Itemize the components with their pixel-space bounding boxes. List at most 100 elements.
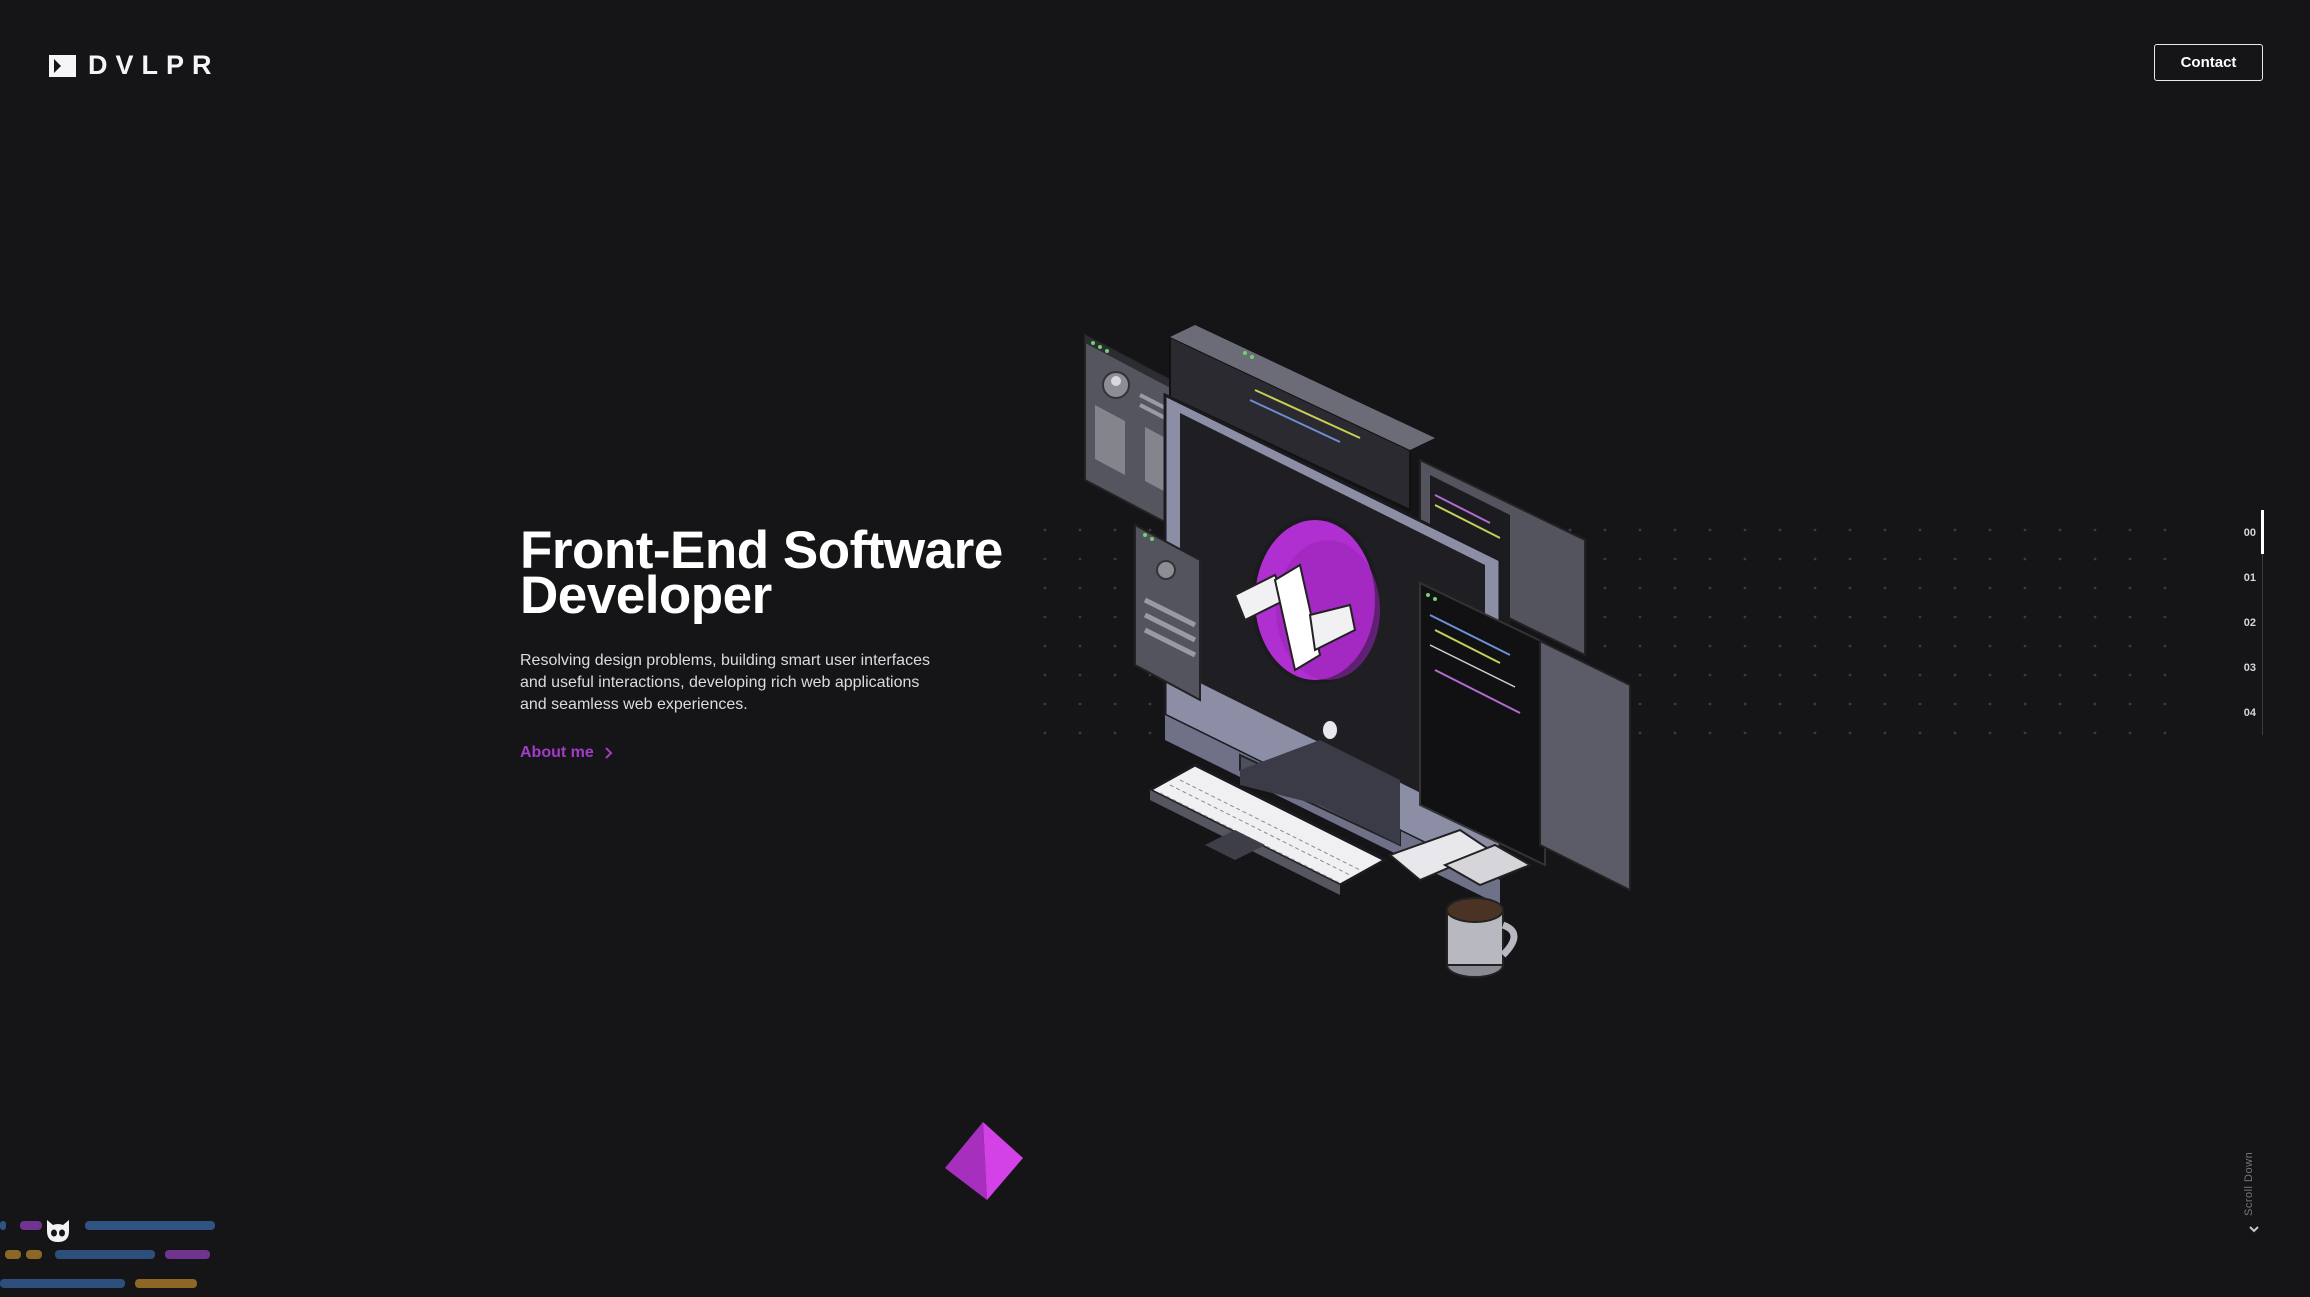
scroll-down[interactable]: Scroll Down	[2243, 1148, 2267, 1240]
grid-dot	[2093, 557, 2097, 561]
grid-dot	[1918, 615, 1922, 619]
grid-dot	[1778, 702, 1782, 706]
hero-title: Front-End Software Developer	[520, 524, 1003, 622]
grid-dot	[1813, 528, 1817, 532]
grid-dot	[2163, 644, 2167, 648]
developer-workstation-illustration: </>	[1084, 325, 1631, 978]
grid-dot	[1988, 673, 1992, 677]
grid-dot	[2128, 702, 2132, 706]
github-octocat-icon[interactable]	[44, 1218, 72, 1244]
terminal-prompt-icon	[49, 54, 76, 77]
grid-dot	[1918, 586, 1922, 590]
grid-dot	[1743, 528, 1747, 532]
grid-dot	[2128, 586, 2132, 590]
grid-dot	[1918, 644, 1922, 648]
grid-dot	[1848, 615, 1852, 619]
grid-dot	[2093, 702, 2097, 706]
grid-dot	[1743, 644, 1747, 648]
grid-dot	[1883, 557, 1887, 561]
grid-dot	[2163, 557, 2167, 561]
grid-dot	[1043, 528, 1047, 532]
grid-dot	[1043, 586, 1047, 590]
hero-description-line-1: Resolving design problems, building smar…	[520, 652, 930, 669]
grid-dot	[1778, 731, 1782, 735]
grid-dot	[1673, 586, 1677, 590]
grid-dot	[1708, 586, 1712, 590]
grid-dot	[2023, 731, 2027, 735]
grid-dot	[2023, 615, 2027, 619]
grid-dot	[2128, 644, 2132, 648]
grid-dot	[1813, 557, 1817, 561]
section-nav: 00 01 02 03 04	[2230, 510, 2270, 735]
logo[interactable]: DVLPR	[49, 50, 220, 81]
grid-dot	[1918, 731, 1922, 735]
section-nav-item-02[interactable]: 02	[2230, 617, 2256, 629]
grid-dot	[1043, 615, 1047, 619]
about-me-link[interactable]: About me	[520, 744, 614, 762]
hero-description-line-3: and seamless web experiences.	[520, 696, 748, 713]
grid-dot	[2128, 673, 2132, 677]
grid-dot	[1953, 586, 1957, 590]
grid-dot	[1043, 731, 1047, 735]
section-nav-item-01[interactable]: 01	[2230, 572, 2256, 584]
grid-dot	[2163, 731, 2167, 735]
grid-dot	[1708, 615, 1712, 619]
section-nav-active-indicator	[2261, 510, 2264, 554]
grid-dot	[2058, 586, 2062, 590]
section-nav-item-04[interactable]: 04	[2230, 707, 2256, 719]
grid-dot	[2023, 586, 2027, 590]
contact-button[interactable]: Contact	[2154, 44, 2263, 81]
grid-dot	[1673, 731, 1677, 735]
grid-dot	[2058, 673, 2062, 677]
grid-dot	[1743, 586, 1747, 590]
grid-dot	[2058, 731, 2062, 735]
hero-title-line-2: Developer	[520, 566, 772, 625]
grid-dot	[1988, 586, 1992, 590]
grid-dot	[1673, 528, 1677, 532]
grid-dot	[2128, 528, 2132, 532]
grid-dot	[1043, 644, 1047, 648]
grid-dot	[1813, 702, 1817, 706]
section-nav-item-00[interactable]: 00	[2230, 527, 2256, 539]
grid-dot	[1778, 586, 1782, 590]
grid-dot	[1708, 644, 1712, 648]
grid-dot	[1708, 702, 1712, 706]
grid-dot	[2128, 615, 2132, 619]
grid-dot	[1918, 528, 1922, 532]
grid-dot	[2023, 528, 2027, 532]
grid-dot	[1778, 673, 1782, 677]
grid-dot	[1673, 673, 1677, 677]
grid-dot	[2163, 586, 2167, 590]
grid-dot	[2058, 557, 2062, 561]
grid-dot	[1953, 557, 1957, 561]
grid-dot	[2128, 557, 2132, 561]
grid-dot	[1883, 586, 1887, 590]
grid-dot	[1813, 586, 1817, 590]
hero-description: Resolving design problems, building smar…	[520, 650, 940, 716]
scroll-down-label: Scroll Down	[2243, 1151, 2255, 1216]
grid-dot	[1813, 644, 1817, 648]
grid-dot	[1708, 557, 1712, 561]
grid-dot	[1883, 528, 1887, 532]
grid-dot	[1883, 615, 1887, 619]
grid-dot	[2023, 673, 2027, 677]
grid-dot	[1778, 644, 1782, 648]
grid-dot	[1743, 557, 1747, 561]
grid-dot	[2093, 615, 2097, 619]
grid-dot	[1918, 557, 1922, 561]
grid-dot	[1848, 731, 1852, 735]
grid-dot	[1778, 528, 1782, 532]
pyramid-icon	[945, 1122, 1023, 1200]
grid-dot	[2093, 731, 2097, 735]
grid-dot	[2163, 615, 2167, 619]
grid-dot	[1988, 644, 1992, 648]
section-nav-item-03[interactable]: 03	[2230, 662, 2256, 674]
grid-dot	[1848, 673, 1852, 677]
grid-dot	[1883, 644, 1887, 648]
grid-dot	[1813, 615, 1817, 619]
grid-dot	[2023, 557, 2027, 561]
grid-dot	[2128, 731, 2132, 735]
grid-dot	[1918, 673, 1922, 677]
grid-dot	[1953, 731, 1957, 735]
grid-dot	[2058, 644, 2062, 648]
